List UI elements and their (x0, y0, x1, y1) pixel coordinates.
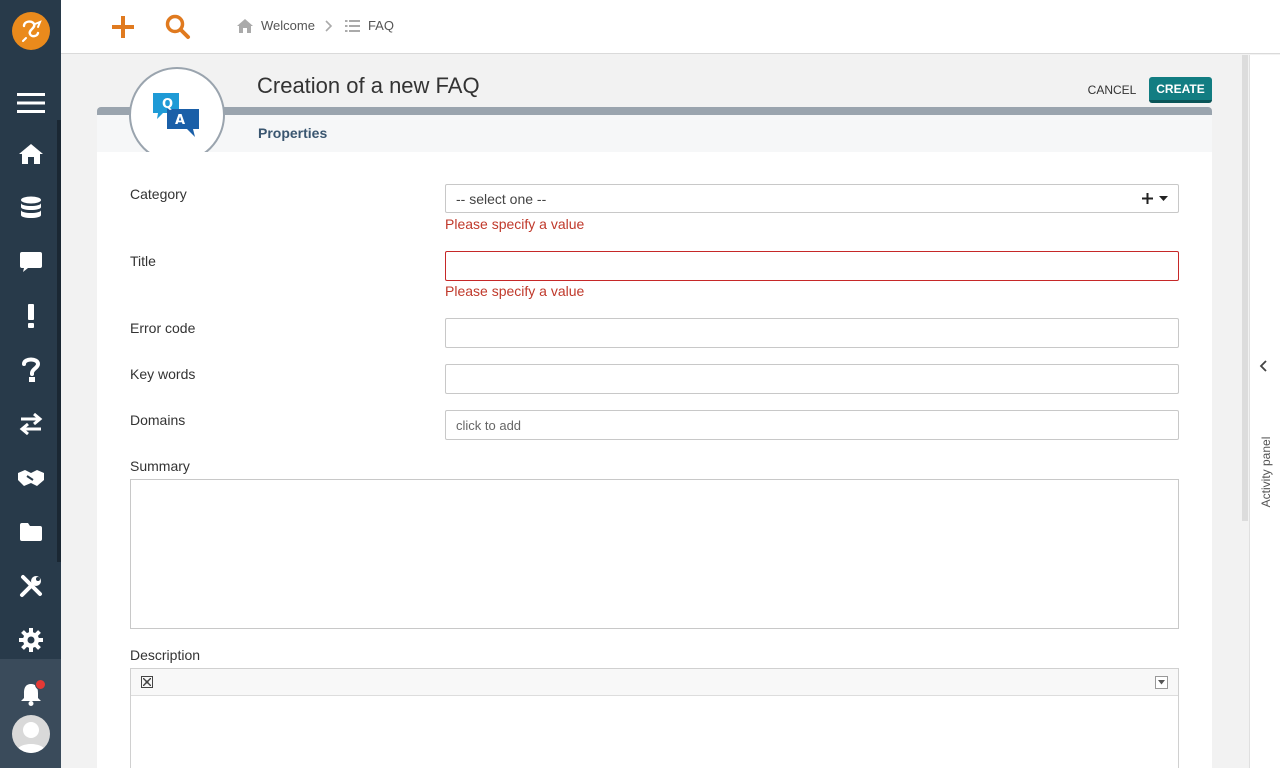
cancel-button[interactable]: CANCEL (1080, 80, 1144, 100)
breadcrumb-faq[interactable]: FAQ (344, 18, 394, 33)
summary-textarea[interactable] (130, 479, 1179, 629)
gear-icon[interactable] (14, 623, 48, 657)
title-input[interactable] (445, 251, 1179, 281)
page-title: Creation of a new FAQ (257, 73, 480, 98)
tab-properties[interactable]: Properties (258, 125, 327, 141)
app-logo[interactable] (12, 12, 50, 50)
transfer-icon[interactable] (14, 407, 48, 441)
plus-icon[interactable] (1142, 193, 1153, 204)
list-icon (344, 19, 360, 32)
faq-object-icon: Q A (129, 67, 225, 163)
header-bar (97, 107, 1212, 115)
help-icon[interactable] (14, 353, 48, 387)
search-button[interactable] (161, 10, 195, 44)
add-button[interactable] (106, 10, 140, 44)
activity-panel[interactable]: Activity panel (1249, 55, 1280, 768)
avatar[interactable] (12, 715, 50, 753)
folder-icon[interactable] (14, 515, 48, 549)
error-code-label: Error code (130, 320, 196, 336)
top-bar: Welcome FAQ (61, 0, 1280, 54)
chevron-left-icon[interactable] (1259, 360, 1269, 372)
breadcrumb-label: FAQ (367, 18, 394, 33)
menu-icon[interactable] (14, 86, 48, 120)
key-words-label: Key words (130, 366, 196, 382)
breadcrumb: Welcome FAQ (237, 18, 394, 33)
editor-toolbar (131, 669, 1178, 696)
logo-icon (22, 20, 42, 42)
chevron-down-icon[interactable] (1159, 195, 1168, 202)
description-editor[interactable] (130, 668, 1179, 768)
breadcrumb-label: Welcome (261, 18, 315, 33)
handshake-icon[interactable] (14, 461, 48, 495)
content-scrollbar[interactable] (1242, 55, 1248, 521)
home-icon (237, 18, 253, 33)
plus-icon (112, 16, 134, 38)
notification-badge (35, 679, 46, 690)
editor-expand-icon[interactable] (1155, 676, 1168, 689)
title-error: Please specify a value (445, 283, 585, 299)
chat-icon[interactable] (14, 245, 48, 279)
domains-label: Domains (130, 412, 186, 428)
a-letter: A (175, 113, 185, 128)
activity-panel-label: Activity panel (1259, 436, 1273, 508)
create-button[interactable]: CREATE (1149, 77, 1212, 103)
category-select[interactable]: -- select one -- (445, 184, 1179, 213)
sidebar (0, 0, 61, 768)
description-label: Description (130, 647, 201, 663)
home-icon[interactable] (14, 137, 48, 171)
domains-placeholder: click to add (456, 417, 522, 433)
domains-input[interactable]: click to add (445, 410, 1179, 440)
search-icon (165, 14, 190, 39)
tools-icon[interactable] (14, 569, 48, 603)
q-letter: Q (162, 97, 173, 112)
summary-label: Summary (130, 458, 190, 474)
key-words-input[interactable] (445, 364, 1179, 394)
breadcrumb-welcome[interactable]: Welcome (237, 18, 315, 33)
database-icon[interactable] (14, 191, 48, 225)
user-icon (16, 722, 46, 753)
editor-toolbar-toggle-icon[interactable] (141, 676, 153, 688)
category-label: Category (130, 186, 187, 202)
chevron-right-icon (325, 19, 333, 32)
qa-icon: Q A (153, 93, 199, 137)
error-code-input[interactable] (445, 318, 1179, 348)
category-value: -- select one -- (456, 190, 547, 207)
alert-icon[interactable] (14, 299, 48, 333)
title-label: Title (130, 253, 156, 269)
category-error: Please specify a value (445, 216, 585, 232)
sidebar-scrollbar[interactable] (57, 120, 61, 562)
